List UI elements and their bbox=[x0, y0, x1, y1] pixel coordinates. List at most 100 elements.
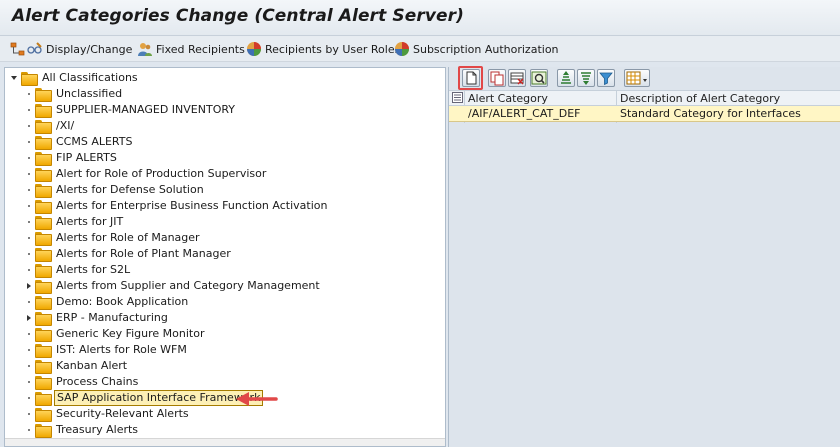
folder-icon bbox=[35, 392, 52, 406]
tree-item-label: Alerts for S2L bbox=[56, 263, 131, 276]
roles-pie-icon bbox=[246, 41, 262, 57]
select-all-icon[interactable] bbox=[452, 92, 463, 106]
tree-item-label: Alerts for Role of Plant Manager bbox=[56, 247, 231, 260]
tree-connector-dot bbox=[28, 253, 30, 255]
folder-icon bbox=[35, 152, 52, 166]
tree-item-label: Demo: Book Application bbox=[56, 295, 189, 308]
tree-item[interactable]: Treasury Alerts bbox=[28, 422, 140, 438]
users-icon bbox=[137, 41, 153, 57]
tree-item[interactable]: Alerts from Supplier and Category Manage… bbox=[27, 278, 322, 294]
subscription-authorization-label: Subscription Authorization bbox=[413, 42, 559, 56]
tree-item[interactable]: FIP ALERTS bbox=[28, 150, 119, 166]
tree-item[interactable]: CCMS ALERTS bbox=[28, 134, 134, 150]
folder-icon bbox=[35, 376, 52, 390]
folder-icon bbox=[35, 296, 52, 310]
tree-item-selected[interactable]: SAP Application Interface Framework bbox=[28, 390, 264, 406]
tree-item[interactable]: SUPPLIER-MANAGED INVENTORY bbox=[28, 102, 237, 118]
create-icon[interactable] bbox=[462, 69, 480, 87]
tree-item-label: Alerts for Role of Manager bbox=[56, 231, 200, 244]
tree-item[interactable]: /XI/ bbox=[28, 118, 76, 134]
tree-item-label: Process Chains bbox=[56, 375, 139, 388]
tree-item[interactable]: Security-Relevant Alerts bbox=[28, 406, 191, 422]
tree-root[interactable]: All Classifications bbox=[11, 70, 140, 86]
tree-root-label: All Classifications bbox=[42, 71, 138, 84]
find-icon[interactable] bbox=[530, 69, 548, 87]
tree-item[interactable]: Alerts for JIT bbox=[28, 214, 125, 230]
hierarchy-icon bbox=[10, 41, 26, 57]
subscription-pie-icon bbox=[394, 41, 410, 57]
layout-menu-icon[interactable] bbox=[624, 69, 650, 87]
horizontal-scrollbar[interactable] bbox=[5, 438, 445, 446]
folder-icon bbox=[35, 280, 52, 294]
table-row[interactable]: /AIF/ALERT_CAT_DEF Standard Category for… bbox=[449, 106, 840, 122]
tree-connector-dot bbox=[28, 349, 30, 351]
tree-item[interactable]: Demo: Book Application bbox=[28, 294, 190, 310]
tree-item-label: IST: Alerts for Role WFM bbox=[56, 343, 187, 356]
folder-icon bbox=[35, 344, 52, 358]
tree-connector-dot bbox=[28, 221, 30, 223]
tree-item[interactable]: ERP - Manufacturing bbox=[27, 310, 170, 326]
fixed-recipients-button[interactable]: Fixed Recipients bbox=[137, 40, 245, 58]
tree-connector-dot bbox=[28, 237, 30, 239]
tree-item[interactable]: Alerts for S2L bbox=[28, 262, 132, 278]
expand-icon[interactable] bbox=[27, 283, 31, 289]
display-change-button[interactable]: Display/Change bbox=[10, 40, 132, 58]
tree-item[interactable]: Unclassified bbox=[28, 86, 124, 102]
description-cell[interactable]: Standard Category for Interfaces bbox=[620, 107, 801, 120]
folder-open-icon bbox=[21, 72, 38, 86]
tree-item[interactable]: Alerts for Defense Solution bbox=[28, 182, 206, 198]
display-change-label: Display/Change bbox=[46, 42, 133, 56]
tree-item-label: SAP Application Interface Framework bbox=[54, 390, 264, 406]
folder-icon bbox=[35, 424, 52, 438]
tree-connector-dot bbox=[28, 413, 30, 415]
glasses-pencil-icon bbox=[27, 41, 43, 57]
tree-item[interactable]: Generic Key Figure Monitor bbox=[28, 326, 207, 342]
tree-item[interactable]: Alerts for Role of Plant Manager bbox=[28, 246, 233, 262]
tree-item-label: Alerts for JIT bbox=[56, 215, 124, 228]
tree-item-label: Kanban Alert bbox=[56, 359, 128, 372]
tree-item-label: Alert for Role of Production Supervisor bbox=[56, 167, 267, 180]
tree-item[interactable]: Alerts for Enterprise Business Function … bbox=[28, 198, 329, 214]
folder-icon bbox=[35, 360, 52, 374]
folder-icon bbox=[35, 232, 52, 246]
tree-item[interactable]: Alert for Role of Production Supervisor bbox=[28, 166, 268, 182]
column-alert-category[interactable]: Alert Category bbox=[468, 92, 548, 105]
tree-connector-dot bbox=[28, 397, 30, 399]
tree-item-label: Generic Key Figure Monitor bbox=[56, 327, 205, 340]
application-toolbar: Display/Change Fixed Recipients Recipien… bbox=[0, 36, 840, 62]
folder-icon bbox=[35, 136, 52, 150]
folder-icon bbox=[35, 168, 52, 182]
folder-icon bbox=[35, 200, 52, 214]
copy-icon[interactable] bbox=[488, 69, 506, 87]
subscription-authorization-button[interactable]: Subscription Authorization bbox=[394, 40, 559, 58]
sort-descending-icon[interactable] bbox=[577, 69, 595, 87]
tree-item[interactable]: Alerts for Role of Manager bbox=[28, 230, 202, 246]
tree-item[interactable]: IST: Alerts for Role WFM bbox=[28, 342, 189, 358]
tree-item-label: FIP ALERTS bbox=[56, 151, 117, 164]
title-bar: Alert Categories Change (Central Alert S… bbox=[0, 0, 840, 36]
tree-item-label: Alerts for Defense Solution bbox=[56, 183, 204, 196]
tree-item-label: CCMS ALERTS bbox=[56, 135, 133, 148]
folder-icon bbox=[35, 408, 52, 422]
tree-connector-dot bbox=[28, 109, 30, 111]
tree-item[interactable]: Kanban Alert bbox=[28, 358, 129, 374]
tree-item[interactable]: Process Chains bbox=[28, 374, 140, 390]
folder-icon bbox=[35, 248, 52, 262]
tree-connector-dot bbox=[28, 429, 30, 431]
folder-icon bbox=[35, 120, 52, 134]
tree-item-label: ERP - Manufacturing bbox=[56, 311, 168, 324]
folder-icon bbox=[35, 216, 52, 230]
folder-icon bbox=[35, 88, 52, 102]
tree-connector-dot bbox=[28, 157, 30, 159]
sort-ascending-icon[interactable] bbox=[557, 69, 575, 87]
filter-icon[interactable] bbox=[597, 69, 615, 87]
delete-icon[interactable] bbox=[508, 69, 526, 87]
tree-connector-dot bbox=[28, 189, 30, 191]
tree-connector-dot bbox=[28, 269, 30, 271]
alert-category-cell[interactable]: /AIF/ALERT_CAT_DEF bbox=[468, 107, 581, 120]
recipients-by-user-roles-button[interactable]: Recipients by User Roles bbox=[246, 40, 400, 58]
column-description[interactable]: Description of Alert Category bbox=[620, 92, 780, 105]
expand-icon[interactable] bbox=[27, 315, 31, 321]
collapse-icon[interactable] bbox=[11, 76, 17, 80]
folder-icon bbox=[35, 184, 52, 198]
